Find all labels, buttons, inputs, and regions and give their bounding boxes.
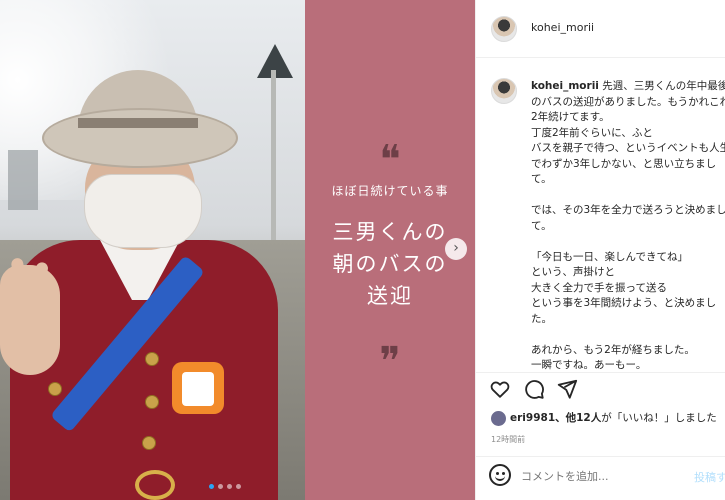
avatar[interactable] bbox=[491, 410, 506, 426]
avatar[interactable] bbox=[491, 16, 517, 42]
post-sidebar: kohei_morii kohei_morii 先週、三男くんの年中最後のバスの… bbox=[475, 0, 725, 500]
carousel-dot bbox=[209, 484, 214, 489]
chevron-right-icon[interactable]: › bbox=[445, 238, 467, 260]
caption-text: 先週、三男くんの年中最後のバスの送迎がありました。もうかれこれ2年続けてます。 … bbox=[531, 80, 725, 371]
card-title: 三男くんの 朝のバスの 送迎 bbox=[305, 216, 475, 312]
caption-username[interactable]: kohei_morii bbox=[531, 80, 599, 92]
likes-summary: eri9981、他12人が「いいね！」しました bbox=[491, 410, 717, 426]
heart-icon[interactable] bbox=[489, 378, 511, 400]
card-subtitle: ほぼ日続けている事 bbox=[331, 184, 449, 198]
background-building bbox=[8, 150, 38, 210]
likes-first-user[interactable]: eri9981 bbox=[510, 412, 555, 424]
hat-brim bbox=[42, 108, 238, 168]
send-icon[interactable] bbox=[556, 378, 578, 400]
post-timestamp[interactable]: 12時間前 bbox=[491, 434, 525, 445]
likes-suffix: が「いいね！」しました bbox=[601, 412, 717, 424]
close-quote-icon: ❞ bbox=[379, 339, 401, 385]
comment-input[interactable] bbox=[521, 467, 671, 485]
face-mask bbox=[84, 174, 202, 248]
hat-band bbox=[78, 118, 198, 128]
carousel-dot bbox=[227, 484, 232, 489]
comment-icon[interactable] bbox=[523, 378, 545, 400]
jacket-button bbox=[145, 352, 159, 366]
carousel-dot bbox=[218, 484, 223, 489]
instagram-post-viewer: ❝ ほぼ日続けている事 三男くんの 朝のバスの 送迎 ❞ › kohei_mor… bbox=[0, 0, 725, 500]
post-caption: kohei_morii 先週、三男くんの年中最後のバスの送迎がありました。もうか… bbox=[531, 79, 725, 374]
card-title-line: 送迎 bbox=[367, 284, 413, 308]
post-photo[interactable] bbox=[0, 0, 305, 500]
carousel-indicator bbox=[209, 484, 241, 489]
jacket-button bbox=[48, 382, 62, 396]
carousel-dot bbox=[236, 484, 241, 489]
likes-others[interactable]: 、他12人 bbox=[555, 412, 601, 424]
jacket-button bbox=[142, 436, 156, 450]
emoji-icon[interactable] bbox=[489, 464, 511, 486]
post-header: kohei_morii bbox=[476, 0, 725, 58]
action-bar bbox=[476, 372, 725, 406]
open-quote-icon: ❝ bbox=[379, 137, 401, 183]
header-username[interactable]: kohei_morii bbox=[531, 21, 594, 34]
post-comment-button[interactable]: 投稿する bbox=[694, 469, 725, 485]
belt-buckle bbox=[135, 470, 175, 500]
name-tag-card bbox=[182, 372, 214, 406]
jacket-button bbox=[145, 395, 159, 409]
peace-sign-hand bbox=[0, 265, 60, 375]
avatar[interactable] bbox=[491, 78, 517, 104]
